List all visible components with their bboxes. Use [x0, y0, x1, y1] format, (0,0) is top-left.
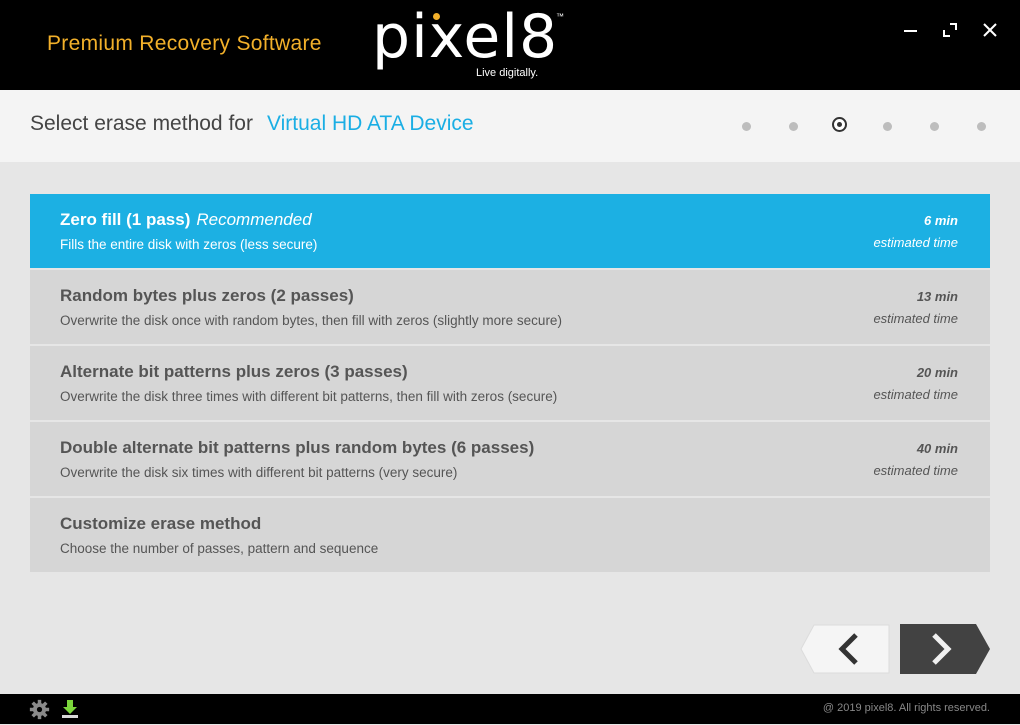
copyright-text: @ 2019 pixel8. All rights reserved.	[822, 702, 990, 714]
option-time: 20 min	[916, 365, 958, 380]
close-icon[interactable]	[980, 20, 1000, 40]
recommended-badge: Recommended	[196, 210, 312, 229]
option-title: Random bytes plus zeros (2 passes)	[60, 286, 354, 305]
logo-dot	[433, 13, 440, 20]
page-header: Select erase method for Virtual HD ATA D…	[0, 90, 1020, 162]
download-icon[interactable]	[60, 699, 80, 719]
option-description: Overwrite the disk six times with differ…	[60, 465, 458, 480]
option-zero-fill[interactable]: Zero fill (1 pass) Recommended Fills the …	[30, 194, 990, 268]
pixel8-logo: pixel8 ™ Live digitally.	[370, 4, 570, 84]
option-customize[interactable]: Customize erase method Choose the number…	[30, 498, 990, 572]
back-button[interactable]	[800, 624, 890, 674]
option-random-bytes[interactable]: Random bytes plus zeros (2 passes) Overw…	[30, 270, 990, 344]
option-time-label: estimated time	[873, 235, 958, 250]
option-alternate-bits[interactable]: Alternate bit patterns plus zeros (3 pas…	[30, 346, 990, 420]
option-time-label: estimated time	[873, 387, 958, 402]
option-time: 6 min	[924, 213, 958, 228]
option-description: Fills the entire disk with zeros (less s…	[60, 237, 318, 252]
step-dot-current	[832, 117, 847, 132]
device-name: Virtual HD ATA Device	[267, 112, 474, 135]
option-description: Overwrite the disk once with random byte…	[60, 313, 562, 328]
option-title: Customize erase method	[60, 514, 262, 533]
option-title: Double alternate bit patterns plus rando…	[60, 438, 535, 457]
logo-trademark: ™	[556, 12, 564, 21]
logo-subtitle: Live digitally.	[476, 67, 539, 79]
option-title: Alternate bit patterns plus zeros (3 pas…	[60, 362, 408, 381]
option-time-label: estimated time	[873, 311, 958, 326]
footer-bar: @ 2019 pixel8. All rights reserved.	[0, 694, 1020, 724]
logo-wordmark: pixel8	[372, 2, 559, 72]
step-dot-5	[930, 122, 939, 131]
app-tagline: Premium Recovery Software	[47, 32, 322, 55]
option-double-alternate[interactable]: Double alternate bit patterns plus rando…	[30, 422, 990, 496]
option-time: 40 min	[916, 441, 958, 456]
option-time: 13 min	[916, 289, 958, 304]
option-description: Choose the number of passes, pattern and…	[60, 541, 379, 556]
gear-icon[interactable]	[29, 699, 50, 720]
step-dot-2	[789, 122, 798, 131]
maximize-icon[interactable]	[940, 20, 960, 40]
step-dot-4	[883, 122, 892, 131]
option-title: Zero fill (1 pass) Recommended	[60, 210, 312, 229]
next-button[interactable]	[900, 624, 990, 674]
step-dot-6	[977, 122, 986, 131]
step-dot-1	[742, 122, 751, 131]
title-bar: Premium Recovery Software pixel8 ™ Live …	[0, 0, 1020, 90]
minimize-icon[interactable]	[900, 20, 920, 40]
option-time-label: estimated time	[873, 463, 958, 478]
page-title: Select erase method for	[30, 112, 253, 135]
option-description: Overwrite the disk three times with diff…	[60, 389, 558, 404]
